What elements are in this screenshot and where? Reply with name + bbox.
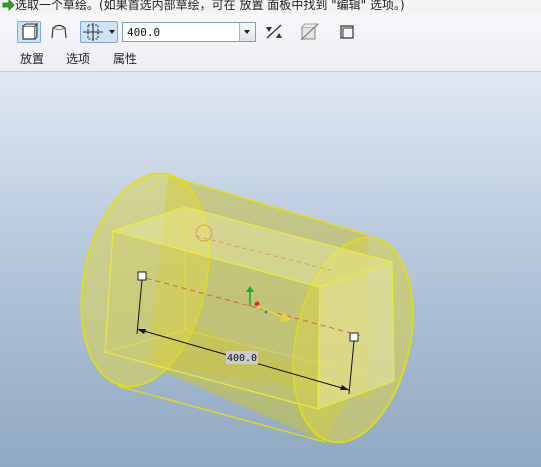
remove-material-button[interactable]	[297, 21, 321, 43]
model-preview: 400.0	[80, 172, 414, 444]
tab-placement[interactable]: 放置	[20, 50, 44, 67]
depth-drag-handle-start[interactable]	[137, 271, 147, 281]
tab-options[interactable]: 选项	[66, 50, 90, 67]
status-bar: 选取一个草绘。(如果首选内部草绘，可在 放置 面板中找到 "编辑" 选项。)	[0, 0, 541, 14]
depth-value-combobox[interactable]	[122, 22, 256, 42]
green-arrow-icon	[2, 0, 15, 11]
depth-drag-handle-end[interactable]	[349, 332, 359, 342]
chevron-down-icon	[109, 30, 115, 34]
thicken-sketch-button[interactable]	[335, 21, 359, 43]
surface-extrude-button[interactable]	[47, 21, 71, 43]
flip-direction-icon	[266, 24, 282, 39]
depth-dimension-label[interactable]: 400.0	[227, 353, 257, 364]
thicken-sketch-icon	[340, 25, 354, 39]
solid-extrude-button[interactable]	[17, 21, 41, 43]
chevron-down-icon	[244, 30, 250, 34]
depth-dropdown-button[interactable]	[239, 23, 255, 41]
depth-value-input[interactable]	[125, 24, 241, 40]
blind-depth-icon	[83, 23, 103, 41]
remove-material-icon	[300, 23, 319, 41]
solid-extrude-icon	[22, 22, 39, 40]
graphics-viewport[interactable]: 400.0	[0, 72, 541, 467]
surface-extrude-icon	[51, 24, 67, 39]
flip-direction-button[interactable]	[262, 21, 286, 43]
depth-option-button[interactable]	[80, 21, 118, 43]
extrude-dashboard: 放置 选项 属性	[0, 14, 541, 72]
status-message: 选取一个草绘。(如果首选内部草绘，可在 放置 面板中找到 "编辑" 选项。)	[15, 0, 405, 12]
tab-properties[interactable]: 属性	[113, 50, 137, 67]
